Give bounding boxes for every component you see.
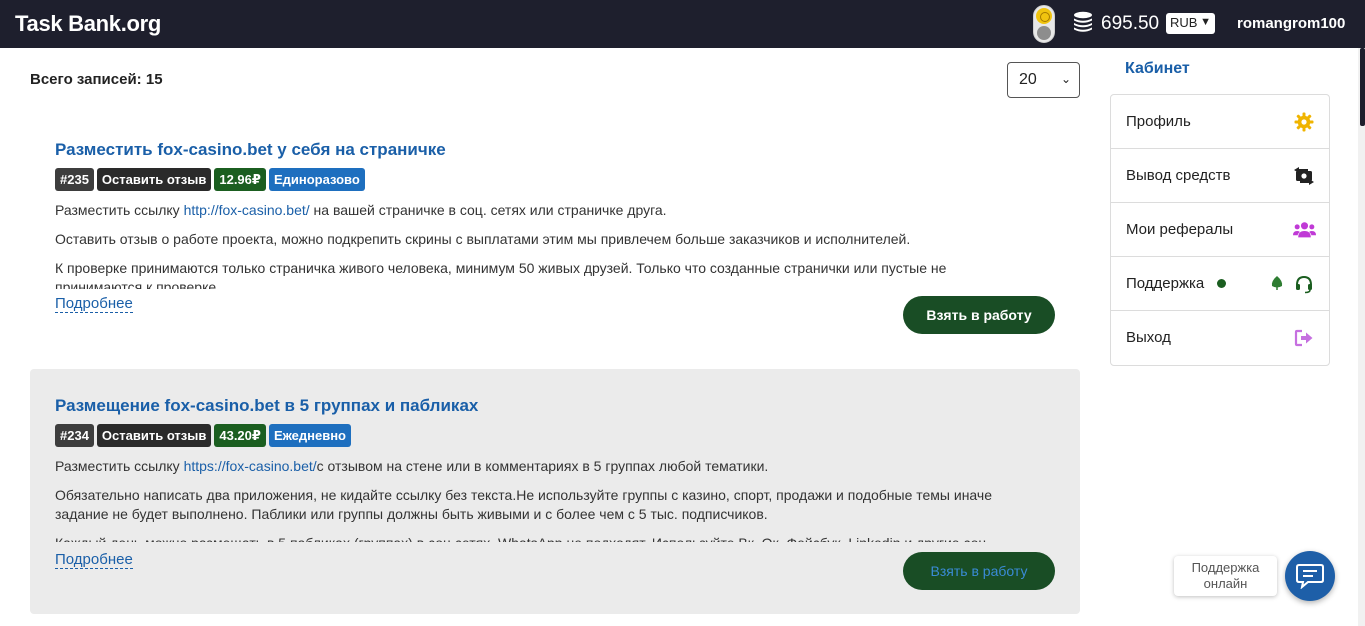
chat-button[interactable] (1285, 551, 1335, 601)
task-card: Разместить fox-casino.bet у себя на стра… (30, 113, 1080, 356)
cabinet-title: Кабинет (1125, 60, 1190, 77)
description-text: на вашей страничке в соц. сетях или стра… (309, 202, 667, 218)
task-card: Размещение fox-casino.bet в 5 группах и … (30, 369, 1080, 614)
menu-item-label: Поддержка (1126, 275, 1205, 292)
task-link[interactable]: https://fox-casino.bet/ (184, 458, 317, 474)
task-title[interactable]: Разместить fox-casino.bet у себя на стра… (55, 140, 446, 160)
coins-icon (1074, 11, 1092, 32)
balance-amount: 695.50 (1101, 13, 1160, 34)
take-task-button[interactable]: Взять в работу (903, 552, 1055, 590)
per-page-value: 20 (1019, 71, 1037, 88)
sign-out-icon (1294, 329, 1313, 347)
menu-item-label: Выход (1126, 329, 1171, 346)
scrollbar-thumb[interactable] (1360, 48, 1365, 126)
page-scrollbar[interactable] (1358, 48, 1365, 626)
cabinet-menu: Профиль Вывод средств Мои рефералы Подде… (1110, 94, 1330, 366)
description-text: Разместить ссылку (55, 202, 184, 218)
headset-icon (1296, 275, 1312, 294)
per-page-select[interactable]: 20 ⌄ (1007, 62, 1080, 98)
menu-item-logout[interactable]: Выход (1111, 311, 1329, 365)
site-logo[interactable]: Task Bank.org (15, 11, 161, 37)
task-link[interactable]: http://fox-casino.bet/ (184, 202, 310, 218)
take-task-button[interactable]: Взять в работу (903, 296, 1055, 334)
users-icon (1293, 222, 1316, 238)
online-status-dot (1217, 279, 1226, 288)
description-paragraph: Оставить отзыв о работе проекта, можно п… (55, 231, 911, 247)
currency-value: RUB (1170, 15, 1198, 30)
menu-item-profile[interactable]: Профиль (1111, 95, 1329, 149)
task-price-badge: 12.96₽ (214, 168, 266, 191)
more-link[interactable]: Подробнее (55, 295, 133, 313)
description-paragraph: Обязательно написать два приложения, не … (55, 487, 992, 522)
task-description: Разместить ссылку https://fox-casino.bet… (55, 457, 1015, 542)
gear-icon (1294, 112, 1314, 132)
description-paragraph: К проверке принимаются только страничка … (55, 260, 947, 289)
currency-select[interactable]: RUB ▼ (1166, 13, 1215, 34)
task-badges: #234 Оставить отзыв 43.20₽ Ежедневно (55, 424, 352, 447)
task-description: Разместить ссылку http://fox-casino.bet/… (55, 201, 1015, 289)
description-text: с отзывом на стене или в комментариях в … (316, 458, 769, 474)
task-type-badge: Оставить отзыв (96, 168, 212, 191)
menu-item-label: Мои рефералы (1126, 221, 1234, 238)
leaf-icon (1271, 276, 1283, 290)
description-text: Разместить ссылку (55, 458, 184, 474)
task-id-badge: #235 (55, 168, 94, 191)
menu-item-label: Вывод средств (1126, 167, 1231, 184)
menu-item-label: Профиль (1126, 113, 1191, 130)
support-label-line: Поддержка (1191, 560, 1260, 575)
menu-item-support[interactable]: Поддержка (1111, 257, 1329, 311)
menu-item-referrals[interactable]: Мои рефералы (1111, 203, 1329, 257)
task-title[interactable]: Размещение fox-casino.bet в 5 группах и … (55, 396, 478, 416)
task-id-badge: #234 (55, 424, 94, 447)
support-label-line: онлайн (1203, 576, 1248, 591)
sun-icon (1036, 8, 1052, 24)
chat-icon (1296, 564, 1324, 589)
moon-icon (1037, 26, 1051, 40)
task-badges: #235 Оставить отзыв 12.96₽ Единоразово (55, 168, 365, 191)
description-paragraph: Каждый день можно размещать в 5 пабликах… (55, 534, 1015, 542)
username-link[interactable]: romangrom100 (1237, 15, 1345, 32)
chevron-down-icon: ⌄ (1060, 72, 1071, 86)
menu-item-withdraw[interactable]: Вывод средств (1111, 149, 1329, 203)
top-navbar: Task Bank.org 695.50 RUB ▼ romangrom100 (0, 0, 1365, 48)
theme-toggle[interactable] (1033, 5, 1055, 43)
task-frequency-badge: Ежедневно (268, 424, 352, 447)
chevron-down-icon: ▼ (1200, 16, 1211, 28)
support-online-label[interactable]: Поддержка онлайн (1174, 556, 1277, 596)
money-exchange-icon (1294, 167, 1314, 185)
more-link[interactable]: Подробнее (55, 551, 133, 569)
total-records: Всего записей: 15 (30, 71, 163, 88)
description-paragraph: Разместить ссылку https://fox-casino.bet… (55, 457, 1015, 476)
task-type-badge: Оставить отзыв (96, 424, 212, 447)
task-frequency-badge: Единоразово (268, 168, 365, 191)
description-paragraph: Разместить ссылку http://fox-casino.bet/… (55, 201, 1015, 220)
task-price-badge: 43.20₽ (214, 424, 266, 447)
